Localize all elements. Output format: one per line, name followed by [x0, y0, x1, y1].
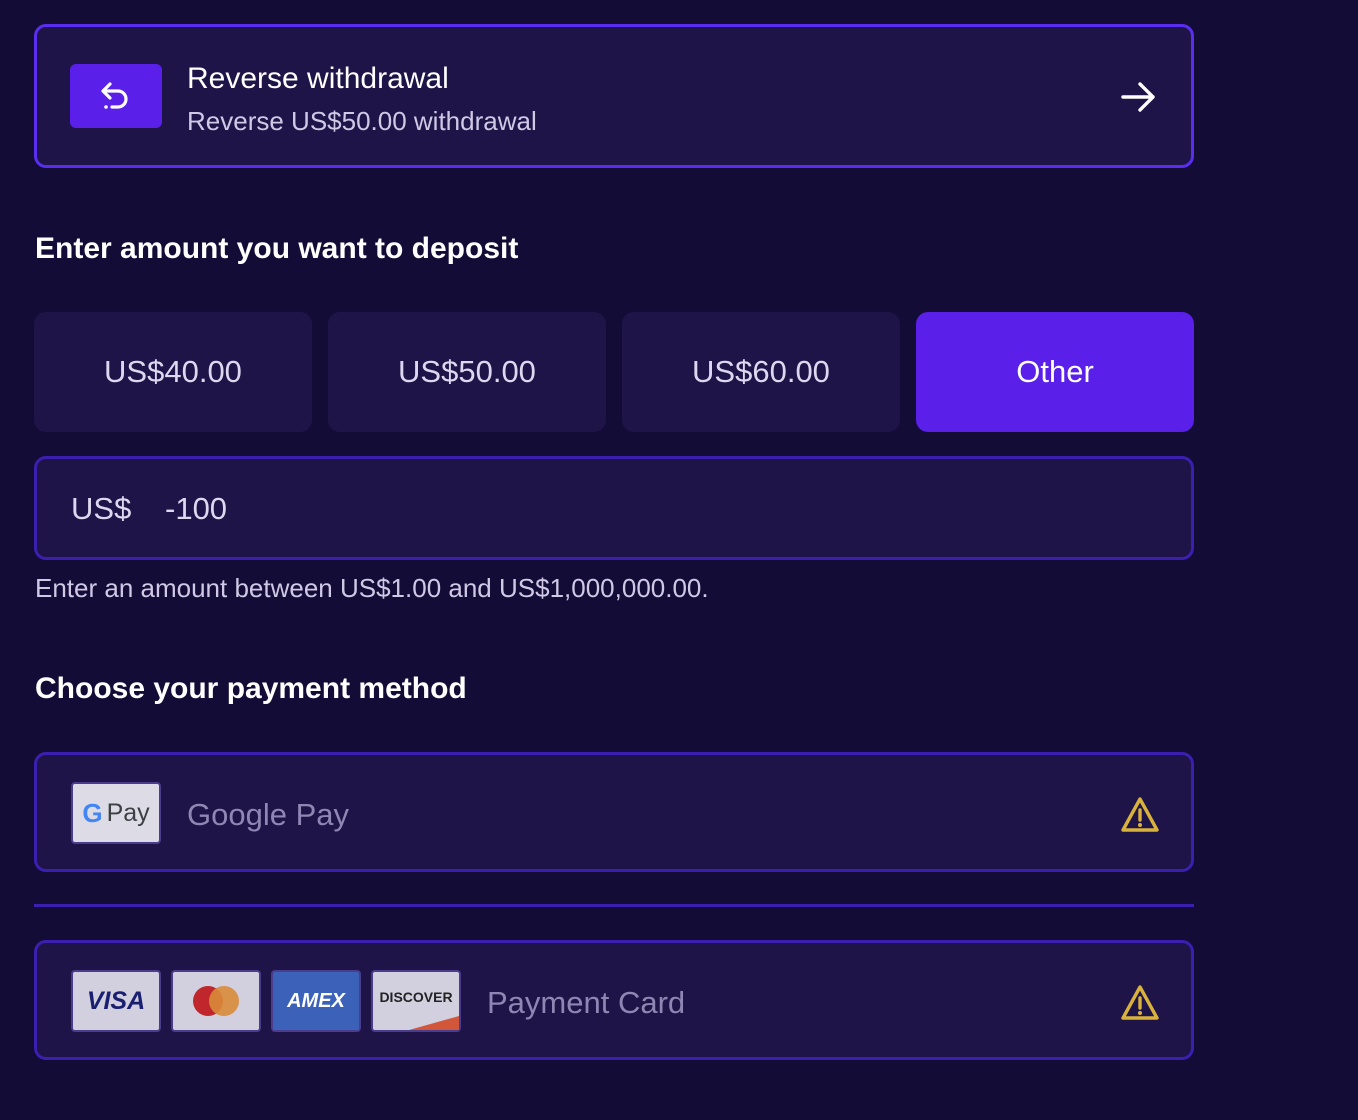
discover-logo-text: DISCOVER [379, 989, 453, 1005]
amount-hint: Enter an amount between US$1.00 and US$1… [35, 573, 709, 603]
google-g-logo: G [82, 797, 103, 828]
undo-icon [70, 64, 162, 128]
arrow-right-icon [1119, 77, 1159, 117]
visa-logo-text: VISA [86, 986, 146, 1015]
mastercard-logo [171, 970, 261, 1032]
amount-option-40[interactable]: US$40.00 [34, 312, 312, 432]
google-pay-logo-text: Pay [106, 798, 150, 827]
payment-heading: Choose your payment method [35, 672, 467, 705]
amount-input[interactable] [165, 485, 1065, 533]
amex-logo-text: AMEX [287, 989, 345, 1012]
warning-icon [1120, 983, 1160, 1023]
visa-logo: VISA [71, 970, 161, 1032]
payment-option-card[interactable]: VISA AMEX DISCOVER Payment Card [34, 940, 1194, 1060]
amount-option-other[interactable]: Other [916, 312, 1194, 432]
reverse-title: Reverse withdrawal [187, 62, 449, 95]
amount-field[interactable]: US$ [34, 456, 1194, 560]
divider [34, 904, 1194, 907]
google-pay-logo: G Pay [71, 782, 161, 844]
amex-logo: AMEX [271, 970, 361, 1032]
reverse-withdrawal-card[interactable]: Reverse withdrawal Reverse US$50.00 with… [34, 24, 1194, 168]
currency-prefix: US$ [71, 491, 132, 526]
reverse-subtitle: Reverse US$50.00 withdrawal [187, 106, 537, 136]
deposit-heading: Enter amount you want to deposit [35, 232, 519, 265]
discover-logo: DISCOVER [371, 970, 461, 1032]
amount-option-60[interactable]: US$60.00 [622, 312, 900, 432]
amount-option-50[interactable]: US$50.00 [328, 312, 606, 432]
payment-card-label: Payment Card [487, 985, 686, 1020]
google-pay-label: Google Pay [187, 797, 349, 832]
warning-icon [1120, 795, 1160, 835]
payment-option-google-pay[interactable]: G Pay Google Pay [34, 752, 1194, 872]
